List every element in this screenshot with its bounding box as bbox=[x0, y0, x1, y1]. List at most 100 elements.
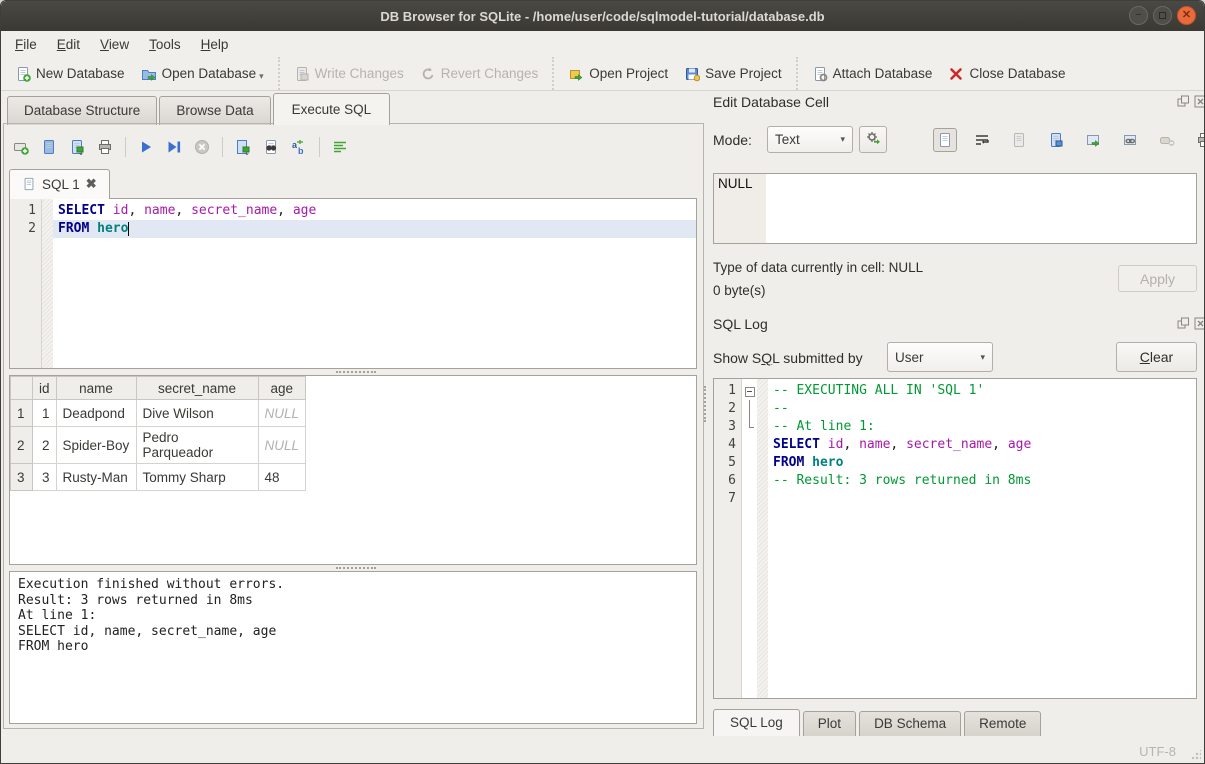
toolbar-group: New DatabaseOpen Database▾ bbox=[1, 57, 278, 90]
auto-apply-button[interactable] bbox=[859, 126, 887, 153]
log-fold-margin[interactable] bbox=[742, 379, 757, 698]
code-token: , bbox=[175, 203, 191, 218]
save-project-button[interactable]: Save Project bbox=[676, 62, 790, 86]
float-dock-icon-2[interactable] bbox=[1177, 317, 1190, 335]
row-number-cell[interactable]: 1 bbox=[11, 400, 33, 427]
gear-apply-icon bbox=[865, 130, 881, 149]
close-database-button[interactable]: Close Database bbox=[940, 62, 1073, 86]
print-cell-icon[interactable] bbox=[1192, 128, 1205, 152]
set-null-icon[interactable] bbox=[1155, 128, 1179, 152]
svg-text:b: b bbox=[298, 146, 304, 155]
mode-select[interactable]: Text▾ bbox=[767, 126, 853, 153]
column-header-id[interactable]: id bbox=[33, 377, 57, 400]
close-dock-icon[interactable] bbox=[1194, 95, 1205, 113]
minimize-icon[interactable]: − bbox=[1129, 6, 1148, 25]
bottom-tab-plot[interactable]: Plot bbox=[803, 711, 856, 736]
table-cell[interactable]: 3 bbox=[33, 464, 57, 491]
menu-item-file[interactable]: File bbox=[5, 34, 47, 55]
fold-marker[interactable] bbox=[742, 382, 757, 400]
row-number-cell[interactable]: 3 bbox=[11, 464, 33, 491]
open-project-button[interactable]: Open Project bbox=[560, 62, 676, 86]
revert-changes-button[interactable]: Revert Changes bbox=[412, 62, 547, 86]
export-file-icon[interactable] bbox=[1044, 128, 1068, 152]
apply-button[interactable]: Apply bbox=[1118, 265, 1197, 292]
chevron-down-icon: ▾ bbox=[259, 71, 264, 82]
open-database-button[interactable]: Open Database▾ bbox=[133, 62, 272, 86]
execute-all-icon[interactable] bbox=[138, 139, 154, 155]
new-database-button[interactable]: New Database bbox=[7, 62, 133, 86]
results-table: idnamesecret_nameage11DeadpondDive Wilso… bbox=[10, 376, 306, 491]
table-cell[interactable]: 2 bbox=[33, 427, 57, 464]
bottom-tab-sql-log[interactable]: SQL Log bbox=[713, 709, 800, 736]
resize-grip[interactable] bbox=[1191, 750, 1201, 760]
stop-execution-icon[interactable] bbox=[194, 139, 210, 155]
word-wrap-lines-icon[interactable] bbox=[332, 139, 348, 155]
sql-toolbar: ab bbox=[13, 131, 693, 163]
new-sql-tab-icon[interactable] bbox=[13, 139, 29, 155]
horizontal-splitter-handle[interactable] bbox=[336, 371, 376, 373]
corner-header-cell[interactable] bbox=[11, 377, 33, 400]
print-sql-icon[interactable] bbox=[97, 139, 113, 155]
cell-value-editor[interactable]: NULL bbox=[713, 173, 1197, 244]
line-number: 2 bbox=[10, 220, 41, 238]
auto-complete-icon[interactable]: ab bbox=[291, 139, 307, 155]
close-dock-icon-2[interactable] bbox=[1194, 317, 1205, 335]
table-cell[interactable]: Deadpond bbox=[56, 400, 136, 427]
table-cell[interactable]: NULL bbox=[258, 427, 306, 464]
horizontal-splitter-handle-2[interactable] bbox=[336, 567, 376, 569]
table-cell[interactable]: 48 bbox=[258, 464, 306, 491]
table-cell[interactable]: Pedro Parqueador bbox=[136, 427, 258, 464]
sql-editor[interactable]: 12 SELECT id, name, secret_name, ageFROM… bbox=[9, 198, 697, 369]
log-filter-select[interactable]: User▾ bbox=[887, 342, 993, 372]
save-results-icon[interactable] bbox=[235, 139, 251, 155]
bottom-tab-db-schema[interactable]: DB Schema bbox=[859, 711, 961, 736]
sql-file-tab[interactable]: SQL 1 ✖ bbox=[9, 169, 110, 199]
row-number-cell[interactable]: 2 bbox=[11, 427, 33, 464]
table-cell[interactable]: Rusty-Man bbox=[56, 464, 136, 491]
tab-browse-data[interactable]: Browse Data bbox=[159, 96, 270, 125]
menu-item-edit[interactable]: Edit bbox=[47, 34, 90, 55]
clear-log-button[interactable]: Clear bbox=[1116, 342, 1197, 372]
attach-database-button[interactable]: Attach Database bbox=[804, 62, 941, 86]
bottom-tab-remote[interactable]: Remote bbox=[964, 711, 1041, 736]
float-dock-icon[interactable] bbox=[1177, 95, 1190, 113]
execute-line-icon[interactable] bbox=[166, 139, 182, 155]
code-line[interactable]: SELECT id, name, secret_name, age bbox=[53, 202, 696, 220]
copy-link-icon[interactable] bbox=[1118, 128, 1142, 152]
table-cell[interactable]: Tommy Sharp bbox=[136, 464, 258, 491]
write-changes-button[interactable]: Write Changes bbox=[286, 62, 412, 86]
save-sql-file-icon[interactable] bbox=[69, 139, 85, 155]
close-sql-tab-icon[interactable]: ✖ bbox=[86, 176, 97, 192]
find-text-icon[interactable] bbox=[263, 139, 279, 155]
menu-item-view[interactable]: View bbox=[90, 34, 139, 55]
titlebar[interactable]: DB Browser for SQLite - /home/user/code/… bbox=[1, 1, 1204, 31]
import-file-icon[interactable] bbox=[1007, 128, 1031, 152]
table-cell[interactable]: 1 bbox=[33, 400, 57, 427]
code-token: FROM bbox=[58, 221, 89, 236]
text-mode-icon[interactable] bbox=[933, 128, 957, 152]
sql-log-view[interactable]: 1234567 -- EXECUTING ALL IN 'SQL 1'---- … bbox=[713, 378, 1197, 699]
toolbar-separator bbox=[125, 137, 126, 157]
column-header-secret-name[interactable]: secret_name bbox=[136, 377, 258, 400]
table-cell[interactable]: NULL bbox=[258, 400, 306, 427]
tab-execute-sql[interactable]: Execute SQL bbox=[273, 93, 391, 125]
table-cell[interactable]: Spider-Boy bbox=[56, 427, 136, 464]
column-header-age[interactable]: age bbox=[258, 377, 306, 400]
menu-item-tools[interactable]: Tools bbox=[139, 34, 191, 55]
column-header-name[interactable]: name bbox=[56, 377, 136, 400]
vertical-splitter-handle[interactable] bbox=[704, 386, 706, 422]
open-sql-file-icon[interactable] bbox=[41, 139, 57, 155]
tab-database-structure[interactable]: Database Structure bbox=[7, 96, 157, 125]
fold-marker bbox=[742, 472, 757, 490]
code-line[interactable]: FROM hero bbox=[53, 220, 696, 238]
menu-item-help[interactable]: Help bbox=[191, 34, 239, 55]
editor-code-area[interactable]: SELECT id, name, secret_name, ageFROM he… bbox=[53, 199, 696, 368]
line-number: 1 bbox=[10, 202, 41, 220]
open-external-icon[interactable] bbox=[1081, 128, 1105, 152]
close-icon[interactable]: ✕ bbox=[1177, 6, 1196, 25]
table-cell[interactable]: Dive Wilson bbox=[136, 400, 258, 427]
execution-message-box[interactable]: Execution finished without errors.Result… bbox=[9, 571, 697, 724]
maximize-icon[interactable] bbox=[1153, 6, 1172, 25]
table-row: 11DeadpondDive WilsonNULL bbox=[11, 400, 306, 427]
word-wrap-icon[interactable] bbox=[970, 128, 994, 152]
